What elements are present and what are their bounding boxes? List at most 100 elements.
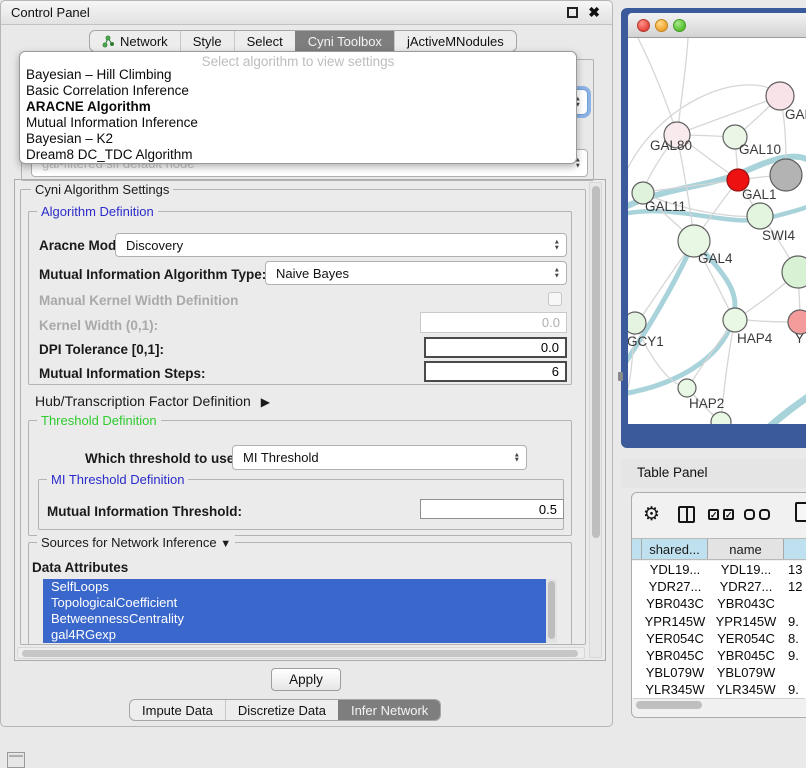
algorithm-option[interactable]: Dream8 DC_TDC Algorithm: [20, 147, 576, 163]
gear-icon[interactable]: ⚙: [643, 503, 660, 525]
document-icon[interactable]: [795, 502, 806, 522]
table-header-row: shared... name: [632, 538, 806, 560]
cyni-settings-panel: Cyni Algorithm Settings Algorithm Defini…: [14, 179, 606, 661]
table-header-name[interactable]: name: [708, 539, 784, 559]
panel-splitter-handle[interactable]: [618, 372, 623, 381]
columns-icon[interactable]: [678, 506, 695, 523]
checked-checkbox-icon[interactable]: ✓: [723, 509, 734, 520]
table-header-shared-name[interactable]: shared...: [642, 539, 708, 559]
tab-style[interactable]: Style: [180, 31, 234, 51]
mi-threshold-value: 0.5: [539, 502, 557, 517]
settings-vertical-scrollbar[interactable]: [589, 182, 602, 658]
attribute-item[interactable]: BetweennessCentrality: [43, 611, 557, 627]
tab-select-label: Select: [247, 34, 283, 49]
mi-type-select[interactable]: Naive Bayes ▲▼: [265, 261, 567, 285]
node-hap2[interactable]: [678, 379, 696, 397]
kernel-width-field[interactable]: 0.0: [420, 312, 567, 333]
unchecked-checkbox-icon[interactable]: [744, 509, 755, 520]
node-label-gal4: GAL4: [698, 251, 733, 266]
node-label-gal1: GAL1: [742, 187, 777, 202]
tab-network[interactable]: Network: [90, 31, 180, 51]
hub-definition-toggle[interactable]: Hub/Transcription Factor Definition▶: [35, 393, 270, 409]
cell-shared-name: YDR27...: [642, 578, 708, 595]
cell-name: YLR345W: [708, 681, 784, 698]
tab-jactivemnodules[interactable]: jActiveMNodules: [394, 31, 516, 51]
node-label-gal-top: GAL: [785, 107, 806, 122]
node-label-hap4: HAP4: [737, 331, 773, 346]
attribute-item[interactable]: gal4RGexp: [43, 627, 557, 643]
algorithm-option[interactable]: Basic Correlation Inference: [20, 83, 576, 99]
close-traffic-light-icon[interactable]: [637, 19, 650, 32]
algorithm-option[interactable]: Bayesian – K2: [20, 131, 576, 147]
docked-panel-icon[interactable]: [7, 752, 25, 768]
attributes-scrollbar[interactable]: [546, 579, 557, 643]
table-row[interactable]: YDR27... YDR27... 12: [632, 578, 806, 595]
tab-impute-data[interactable]: Impute Data: [130, 700, 225, 720]
node-hap4[interactable]: [723, 308, 747, 332]
tab-impute-data-label: Impute Data: [142, 703, 213, 718]
attribute-item[interactable]: TopologicalCoefficient: [43, 595, 557, 611]
table-row[interactable]: YBR043C YBR043C: [632, 595, 806, 612]
stepper-arrows-icon: ▲▼: [554, 240, 560, 251]
expand-arrow-icon: ▶: [261, 395, 270, 409]
mi-threshold-field[interactable]: 0.5: [420, 499, 564, 519]
table-row[interactable]: YBL079W YBL079W: [632, 664, 806, 681]
collapse-arrow-icon[interactable]: ▼: [220, 538, 231, 550]
table-row[interactable]: YLR345W YLR345W 9.: [632, 681, 806, 698]
dpi-tolerance-field[interactable]: 0.0: [424, 337, 567, 358]
apply-button[interactable]: Apply: [271, 668, 341, 691]
table-horizontal-scrollbar[interactable]: [633, 698, 805, 711]
node-label-gal80: GAL80: [650, 138, 692, 153]
mi-steps-field[interactable]: 6: [424, 361, 567, 382]
cell-value: 9.: [784, 681, 806, 698]
tab-infer-network[interactable]: Infer Network: [338, 700, 440, 720]
which-threshold-label: Which threshold to use:: [85, 451, 239, 466]
cell-value: [784, 664, 806, 681]
unchecked-checkbox-icon[interactable]: [759, 509, 770, 520]
table-row[interactable]: YER054C YER054C 8.: [632, 630, 806, 647]
node-label-salmon-right: Y: [795, 331, 804, 346]
node-label-gcy1: GCY1: [628, 334, 664, 349]
tab-cyni-toolbox[interactable]: Cyni Toolbox: [295, 31, 394, 51]
manual-kernel-label: Manual Kernel Width Definition: [39, 293, 238, 308]
manual-kernel-checkbox[interactable]: [548, 292, 562, 306]
aracne-mode-select[interactable]: Discovery ▲▼: [115, 233, 567, 257]
node-gal-top[interactable]: [766, 82, 794, 110]
network-view-window[interactable]: GALGAL80GAL10GAL1GAL11SWI4GAL4GCY1HAP4YH…: [621, 8, 806, 448]
sources-title-text: Sources for Network Inference: [41, 535, 217, 550]
cell-value: [784, 595, 806, 612]
algorithm-option[interactable]: Mutual Information Inference: [20, 115, 576, 131]
bottom-tabbar: Impute Data Discretize Data Infer Networ…: [129, 699, 441, 721]
node-gcy1[interactable]: [628, 312, 646, 334]
mi-steps-value: 6: [552, 364, 559, 379]
data-attributes-list: SelfLoops TopologicalCoefficient Between…: [43, 579, 557, 643]
mi-steps-label: Mutual Information Steps:: [39, 366, 206, 381]
node-green-bottom[interactable]: [711, 412, 731, 424]
minimize-traffic-light-icon[interactable]: [655, 19, 668, 32]
table-panel: ⚙ ✓ ✓ shared... name YDL19... YDL19... 1…: [631, 492, 806, 718]
zoom-traffic-light-icon[interactable]: [673, 19, 686, 32]
checked-checkbox-icon[interactable]: ✓: [708, 509, 719, 520]
table-row[interactable]: YPR145W YPR145W 9.: [632, 613, 806, 630]
tab-discretize-data[interactable]: Discretize Data: [225, 700, 338, 720]
cell-name: YDL19...: [708, 561, 784, 578]
cell-name: YDR27...: [708, 578, 784, 595]
tab-select[interactable]: Select: [234, 31, 295, 51]
algorithm-definition-title: Algorithm Definition: [37, 204, 158, 219]
table-header-next[interactable]: [784, 539, 806, 559]
table-row[interactable]: YBR045C YBR045C 9.: [632, 647, 806, 664]
network-canvas[interactable]: GALGAL80GAL10GAL1GAL11SWI4GAL4GCY1HAP4YH…: [628, 38, 806, 424]
float-window-icon[interactable]: [567, 7, 578, 18]
close-icon[interactable]: ✖: [588, 4, 600, 21]
table-row[interactable]: YDL19... YDL19... 13: [632, 561, 806, 578]
node-swi4[interactable]: [747, 203, 773, 229]
which-threshold-select[interactable]: MI Threshold ▲▼: [232, 445, 527, 470]
aracne-mode-value: Discovery: [126, 238, 183, 253]
attribute-item[interactable]: SelfLoops: [43, 579, 557, 595]
settings-horizontal-scrollbar[interactable]: [17, 647, 585, 659]
algorithm-option-aracne[interactable]: ARACNE Algorithm: [20, 99, 576, 115]
tab-jactivemnodules-label: jActiveMNodules: [407, 34, 504, 49]
cell-name: YPR145W: [708, 613, 784, 630]
algorithm-option[interactable]: Bayesian – Hill Climbing: [20, 67, 576, 83]
table-header-corner[interactable]: [632, 539, 642, 559]
